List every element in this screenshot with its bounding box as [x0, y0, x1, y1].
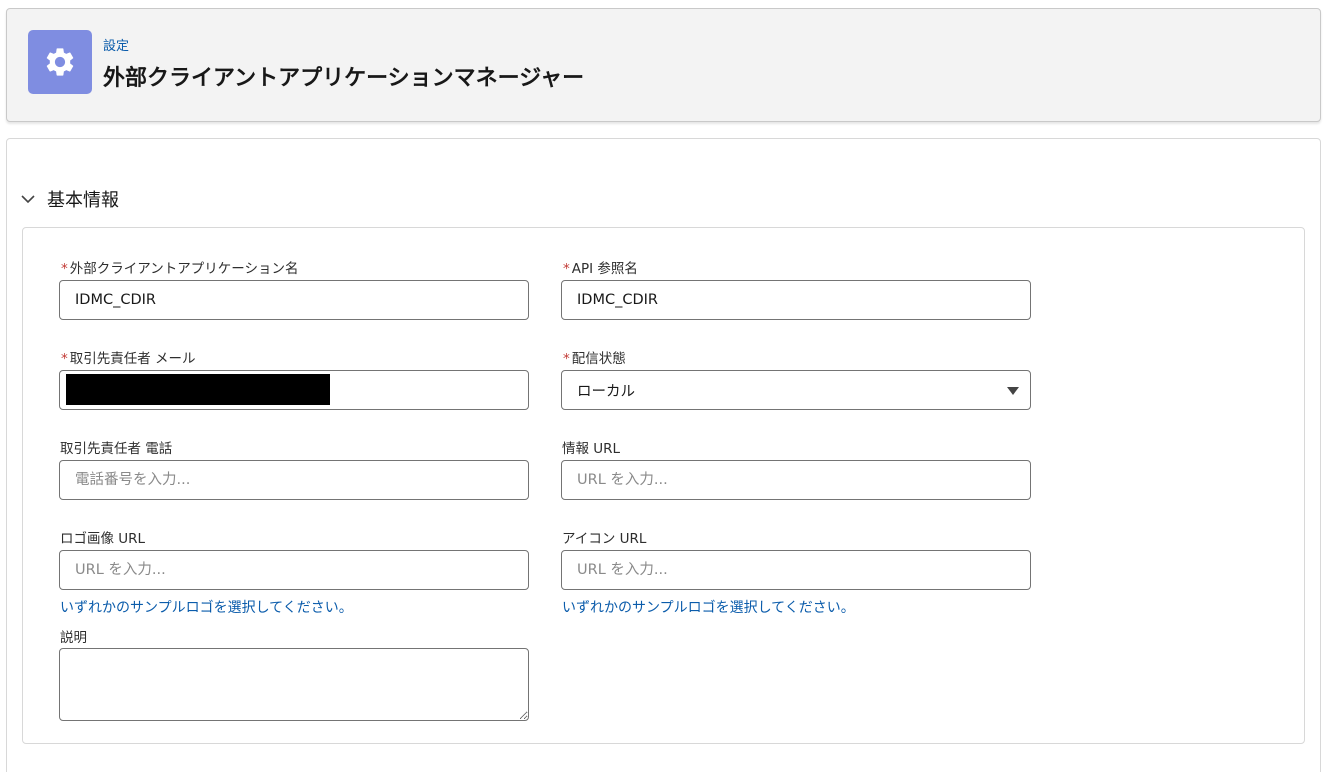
contact-phone-input[interactable]	[59, 460, 529, 500]
required-marker: *	[563, 261, 570, 277]
dropdown-caret-icon	[1007, 387, 1019, 395]
contact-email-label: * 取引先責任者 メール	[61, 351, 196, 367]
app-name-input[interactable]	[59, 280, 529, 320]
app-name-label: * 外部クライアントアプリケーション名	[61, 261, 299, 277]
distribution-label: * 配信状態	[563, 351, 626, 367]
select-sample-icon-link[interactable]: いずれかのサンプルロゴを選択してください。	[562, 597, 855, 617]
redacted-block	[66, 374, 330, 405]
page-header: 設定 外部クライアントアプリケーションマネージャー	[6, 8, 1321, 122]
icon-url-label: アイコン URL	[562, 531, 647, 547]
required-marker: *	[61, 351, 68, 367]
chevron-down-icon	[21, 195, 35, 204]
description-textarea[interactable]	[59, 648, 529, 721]
icon-url-input[interactable]	[561, 550, 1031, 590]
info-url-input[interactable]	[561, 460, 1031, 500]
section-title: 基本情報	[47, 190, 119, 211]
distribution-select[interactable]: ローカル	[561, 370, 1031, 410]
logo-url-label: ロゴ画像 URL	[60, 531, 146, 547]
section-toggle-basic-info[interactable]: 基本情報	[20, 186, 119, 212]
page-title: 外部クライアントアプリケーションマネージャー	[103, 66, 585, 91]
required-marker: *	[563, 351, 570, 367]
select-sample-logo-link[interactable]: いずれかのサンプルロゴを選択してください。	[60, 597, 353, 617]
breadcrumb[interactable]: 設定	[103, 35, 129, 54]
api-name-input[interactable]	[561, 280, 1031, 320]
info-url-label: 情報 URL	[562, 441, 621, 457]
gear-icon	[28, 30, 92, 94]
required-marker: *	[61, 261, 68, 277]
description-label: 説明	[60, 630, 87, 646]
distribution-selected-value: ローカル	[577, 383, 635, 400]
contact-phone-label: 取引先責任者 電話	[60, 441, 173, 457]
api-name-label: * API 参照名	[563, 261, 638, 277]
logo-url-input[interactable]	[59, 550, 529, 590]
